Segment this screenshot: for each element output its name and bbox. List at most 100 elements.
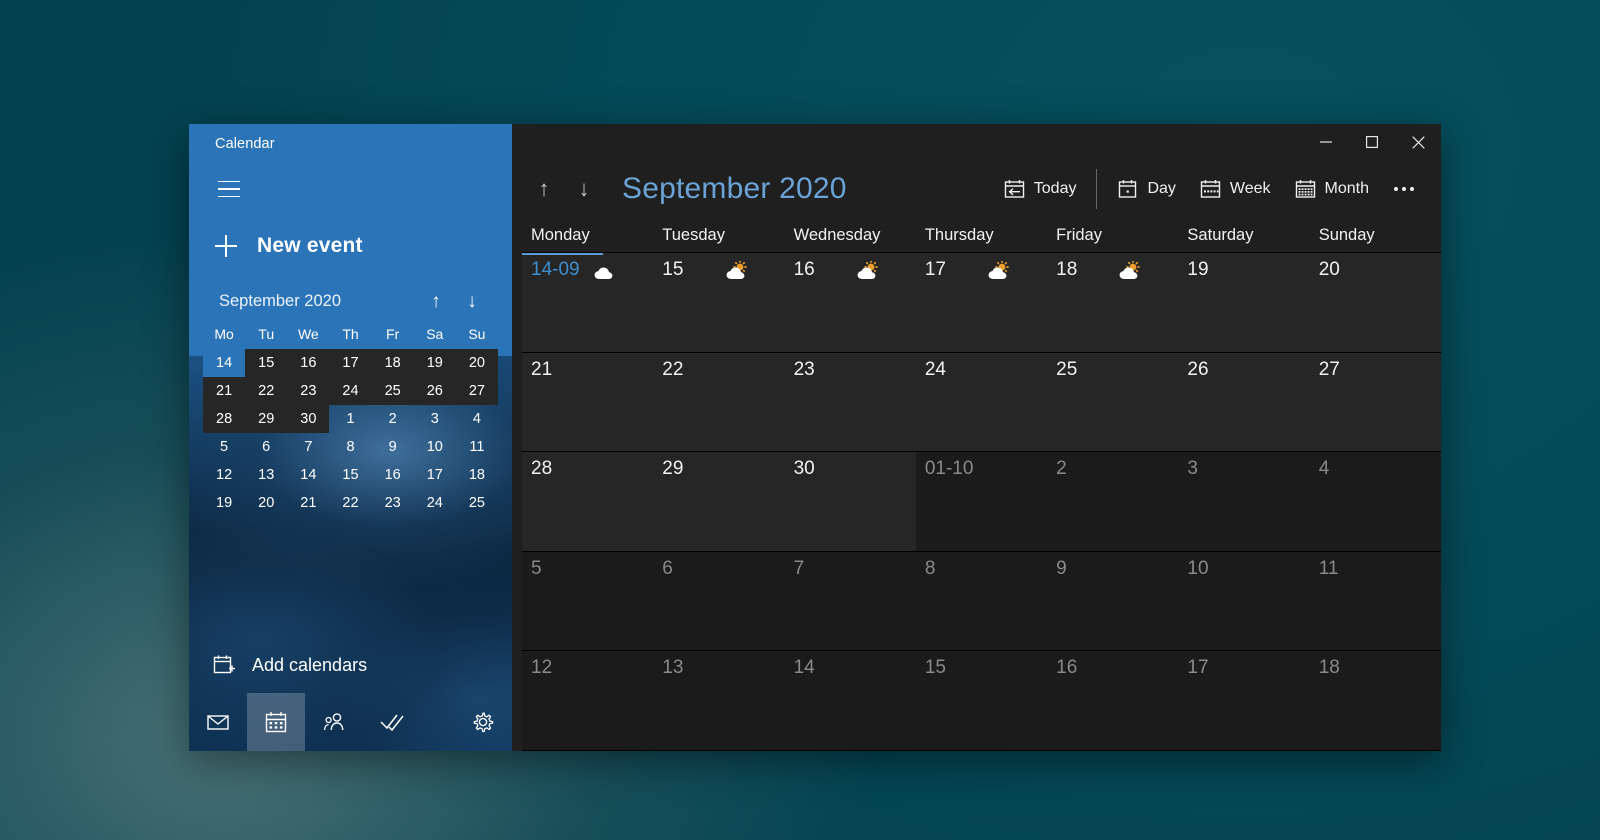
mini-calendar-day[interactable]: 21: [203, 377, 245, 405]
mini-calendar-day[interactable]: 15: [329, 461, 371, 489]
close-button[interactable]: [1395, 124, 1441, 160]
mini-calendar-day[interactable]: 14: [203, 349, 246, 377]
day-cell[interactable]: 29: [653, 452, 785, 552]
day-cell[interactable]: 01-10: [915, 452, 1048, 552]
mini-calendar-day[interactable]: 19: [414, 349, 456, 377]
mini-calendar-day[interactable]: 18: [456, 461, 498, 489]
day-cell[interactable]: 18: [1047, 253, 1179, 353]
day-cell[interactable]: 18: [1309, 651, 1441, 751]
mini-calendar-day[interactable]: 24: [329, 377, 371, 405]
mini-calendar-day[interactable]: 13: [245, 461, 287, 489]
mini-calendar-day[interactable]: 24: [414, 489, 456, 517]
week-view-button[interactable]: Week: [1188, 169, 1283, 209]
day-cell[interactable]: 16: [1047, 651, 1179, 751]
mini-calendar-day[interactable]: 8: [329, 433, 371, 461]
day-cell[interactable]: 10: [1178, 551, 1310, 652]
previous-month-button[interactable]: ↑: [524, 169, 564, 209]
mini-calendar-day[interactable]: 23: [287, 377, 329, 405]
nav-tab-people[interactable]: [305, 693, 363, 751]
maximize-button[interactable]: [1349, 124, 1395, 160]
mini-calendar-day[interactable]: 29: [245, 405, 287, 433]
mini-calendar-day[interactable]: 22: [245, 377, 287, 405]
month-view-button[interactable]: Month: [1283, 169, 1381, 209]
mini-calendar-day[interactable]: 7: [287, 433, 329, 461]
day-cell[interactable]: 24: [915, 352, 1048, 453]
mini-calendar-day[interactable]: 17: [329, 349, 371, 377]
minimize-button[interactable]: [1303, 124, 1349, 160]
day-cell[interactable]: 22: [653, 352, 785, 453]
day-cell[interactable]: 17: [915, 253, 1048, 353]
day-cell[interactable]: 12: [522, 651, 654, 751]
day-cell[interactable]: 11: [1309, 551, 1441, 652]
day-cell[interactable]: 5: [522, 551, 654, 652]
mini-calendar-day[interactable]: 20: [456, 349, 498, 377]
nav-tab-calendar[interactable]: [247, 693, 305, 751]
more-options-button[interactable]: [1381, 169, 1427, 209]
mini-calendar-prev-button[interactable]: ↑: [418, 286, 454, 316]
today-button[interactable]: Today: [992, 169, 1089, 209]
day-cell[interactable]: 15: [915, 651, 1048, 751]
next-month-button[interactable]: ↓: [564, 169, 604, 209]
day-cell[interactable]: 28: [522, 452, 654, 552]
mini-calendar-next-button[interactable]: ↓: [454, 286, 490, 316]
mini-calendar-day[interactable]: 3: [414, 405, 456, 433]
mini-calendar-day[interactable]: 17: [414, 461, 456, 489]
mini-calendar-day[interactable]: 18: [372, 349, 414, 377]
mini-calendar-day[interactable]: 9: [372, 433, 414, 461]
new-event-button[interactable]: New event: [189, 228, 512, 264]
day-cell[interactable]: 19: [1178, 253, 1310, 353]
day-cell[interactable]: 25: [1047, 352, 1179, 453]
day-cell[interactable]: 8: [915, 551, 1048, 652]
mini-calendar-month-label[interactable]: September 2020: [219, 292, 418, 311]
day-cell[interactable]: 23: [784, 352, 916, 453]
mini-calendar-day[interactable]: 11: [456, 433, 498, 461]
mini-calendar-day[interactable]: 23: [372, 489, 414, 517]
day-cell[interactable]: 14-09: [522, 253, 654, 353]
day-cell[interactable]: 13: [653, 651, 785, 751]
nav-tab-settings[interactable]: [454, 693, 512, 751]
mini-calendar-day[interactable]: 2: [372, 405, 414, 433]
hamburger-menu-button[interactable]: [207, 172, 251, 206]
mini-calendar-day[interactable]: 16: [287, 349, 329, 377]
nav-tab-todo[interactable]: [363, 693, 421, 751]
day-cell[interactable]: 27: [1309, 352, 1441, 453]
day-cell[interactable]: 20: [1309, 253, 1441, 353]
day-cell[interactable]: 6: [653, 551, 785, 652]
mini-calendar-day[interactable]: 15: [245, 349, 287, 377]
day-cell[interactable]: 30: [784, 452, 916, 552]
day-view-button[interactable]: Day: [1105, 169, 1187, 209]
mini-calendar-day[interactable]: 20: [245, 489, 287, 517]
mini-calendar-day[interactable]: 16: [372, 461, 414, 489]
day-cell[interactable]: 7: [784, 551, 916, 652]
day-cell[interactable]: 14: [784, 651, 916, 751]
day-cell[interactable]: 16: [784, 253, 916, 353]
mini-calendar-day[interactable]: 28: [203, 405, 245, 433]
nav-tab-mail[interactable]: [189, 693, 247, 751]
day-cell[interactable]: 17: [1178, 651, 1310, 751]
mini-calendar-day[interactable]: 27: [456, 377, 498, 405]
mini-calendar-day[interactable]: 22: [329, 489, 371, 517]
today-icon: [1004, 179, 1025, 200]
day-cell[interactable]: 26: [1178, 352, 1310, 453]
mini-calendar-day[interactable]: 10: [414, 433, 456, 461]
mini-calendar-day[interactable]: 5: [203, 433, 245, 461]
add-calendars-button[interactable]: Add calendars: [189, 654, 367, 677]
day-cell[interactable]: 21: [522, 352, 654, 453]
day-cell[interactable]: 3: [1178, 452, 1310, 552]
month-title[interactable]: September 2020: [622, 172, 847, 206]
mini-calendar-day[interactable]: 25: [372, 377, 414, 405]
day-cell[interactable]: 2: [1047, 452, 1179, 552]
mini-calendar-day[interactable]: 14: [287, 461, 329, 489]
mini-calendar-day[interactable]: 21: [287, 489, 329, 517]
mini-calendar-day[interactable]: 12: [203, 461, 245, 489]
mini-calendar-day[interactable]: 4: [456, 405, 498, 433]
day-cell[interactable]: 4: [1309, 452, 1441, 552]
mini-calendar-day[interactable]: 30: [287, 405, 329, 433]
mini-calendar-day[interactable]: 26: [414, 377, 456, 405]
day-cell[interactable]: 9: [1047, 551, 1179, 652]
mini-calendar-day[interactable]: 1: [329, 405, 371, 433]
mini-calendar-day[interactable]: 19: [203, 489, 245, 517]
mini-calendar-day[interactable]: 6: [245, 433, 287, 461]
day-cell[interactable]: 15: [653, 253, 785, 353]
mini-calendar-day[interactable]: 25: [456, 489, 498, 517]
